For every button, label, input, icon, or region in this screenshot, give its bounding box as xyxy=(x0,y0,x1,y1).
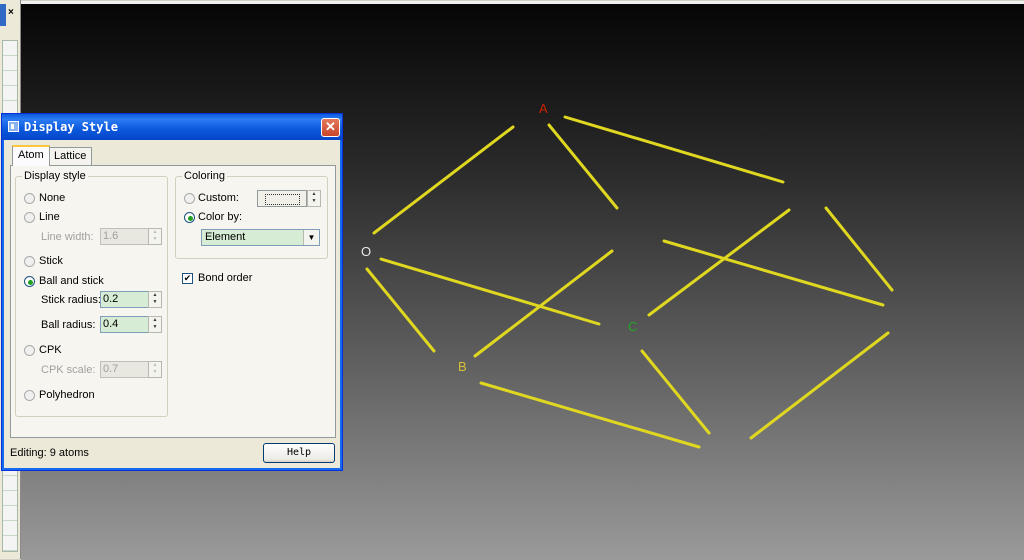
radio-color-by[interactable] xyxy=(184,212,195,223)
bond xyxy=(372,125,515,235)
radio-ball-and-stick-label: Ball and stick xyxy=(39,275,104,287)
radio-color-by-label: Color by: xyxy=(198,211,243,223)
bond xyxy=(547,123,619,210)
color-by-value: Element xyxy=(205,231,246,243)
ball-radius-input[interactable]: 0.4 xyxy=(100,316,149,333)
side-panel-selection xyxy=(0,4,6,26)
stick-radius-stepper[interactable]: ▲ ▼ xyxy=(148,291,162,308)
tab-atom[interactable]: Atom xyxy=(12,145,50,166)
bond-order-label: Bond order xyxy=(198,272,253,284)
radio-cpk-label: CPK xyxy=(39,344,62,356)
radio-none-label: None xyxy=(39,192,66,204)
radio-polyhedron[interactable] xyxy=(24,390,35,401)
cpk-scale-input[interactable]: 0.7 xyxy=(100,361,149,378)
help-button[interactable]: Help xyxy=(263,443,335,463)
atom-label-c[interactable]: C xyxy=(628,319,637,334)
radio-ball-and-stick[interactable] xyxy=(24,276,35,287)
chevron-up-icon[interactable]: ▲ xyxy=(149,362,161,369)
radio-custom-label: Custom: xyxy=(198,192,239,204)
close-icon[interactable]: ✕ xyxy=(321,118,340,137)
bond xyxy=(365,267,436,353)
line-width-label: Line width: xyxy=(41,231,94,243)
radio-custom-color[interactable] xyxy=(184,193,195,204)
chevron-down-icon[interactable]: ▼ xyxy=(149,236,161,243)
bond xyxy=(479,381,701,449)
stick-radius-input[interactable]: 0.2 xyxy=(100,291,149,308)
chevron-up-icon[interactable]: ▲ xyxy=(149,292,161,299)
coloring-group-label: Coloring xyxy=(182,170,227,182)
radio-none[interactable] xyxy=(24,193,35,204)
bond xyxy=(563,115,785,184)
tab-lattice[interactable]: Lattice xyxy=(48,147,93,165)
chevron-up-icon[interactable]: ▲ xyxy=(308,191,320,198)
radio-stick-label: Stick xyxy=(39,255,63,267)
atom-label-o[interactable]: O xyxy=(361,244,371,259)
bond xyxy=(749,331,890,440)
line-width-input[interactable]: 1.6 xyxy=(100,228,149,245)
chevron-down-icon[interactable]: ▼ xyxy=(149,324,161,331)
display-style-group-label: Display style xyxy=(22,170,88,182)
radio-stick[interactable] xyxy=(24,256,35,267)
bond xyxy=(824,206,894,292)
ball-radius-stepper[interactable]: ▲ ▼ xyxy=(148,316,162,333)
chevron-down-icon[interactable]: ▼ xyxy=(303,230,319,245)
chevron-down-icon[interactable]: ▼ xyxy=(149,299,161,306)
status-text: Editing: 9 atoms xyxy=(10,447,89,459)
dialog-title: Display Style xyxy=(24,120,118,134)
bond xyxy=(640,349,711,435)
radio-line-label: Line xyxy=(39,211,60,223)
dialog-titlebar[interactable]: Display Style ✕ xyxy=(2,114,342,140)
bond-order-checkbox[interactable]: ✔ xyxy=(182,273,193,284)
radio-line[interactable] xyxy=(24,212,35,223)
atom-label-a[interactable]: A xyxy=(539,101,548,116)
atom-label-b[interactable]: B xyxy=(458,359,467,374)
chevron-down-icon[interactable]: ▼ xyxy=(308,198,320,205)
line-width-stepper[interactable]: ▲ ▼ xyxy=(148,228,162,245)
color-by-select[interactable]: Element ▼ xyxy=(201,229,320,246)
bond xyxy=(473,249,614,358)
bond xyxy=(379,257,601,326)
bond xyxy=(647,208,791,317)
cpk-scale-stepper[interactable]: ▲ ▼ xyxy=(148,361,162,378)
side-panel-close-icon[interactable]: × xyxy=(8,7,14,18)
radio-cpk[interactable] xyxy=(24,345,35,356)
chevron-up-icon[interactable]: ▲ xyxy=(149,317,161,324)
bond xyxy=(662,239,885,307)
ball-radius-label: Ball radius: xyxy=(41,319,96,331)
custom-color-swatch[interactable] xyxy=(257,190,307,207)
cpk-scale-label: CPK scale: xyxy=(41,364,96,376)
stick-radius-label: Stick radius: xyxy=(41,294,101,306)
chevron-up-icon[interactable]: ▲ xyxy=(149,229,161,236)
window-icon xyxy=(8,121,19,132)
chevron-down-icon[interactable]: ▼ xyxy=(149,369,161,376)
radio-polyhedron-label: Polyhedron xyxy=(39,389,95,401)
custom-color-stepper[interactable]: ▲ ▼ xyxy=(307,190,321,207)
